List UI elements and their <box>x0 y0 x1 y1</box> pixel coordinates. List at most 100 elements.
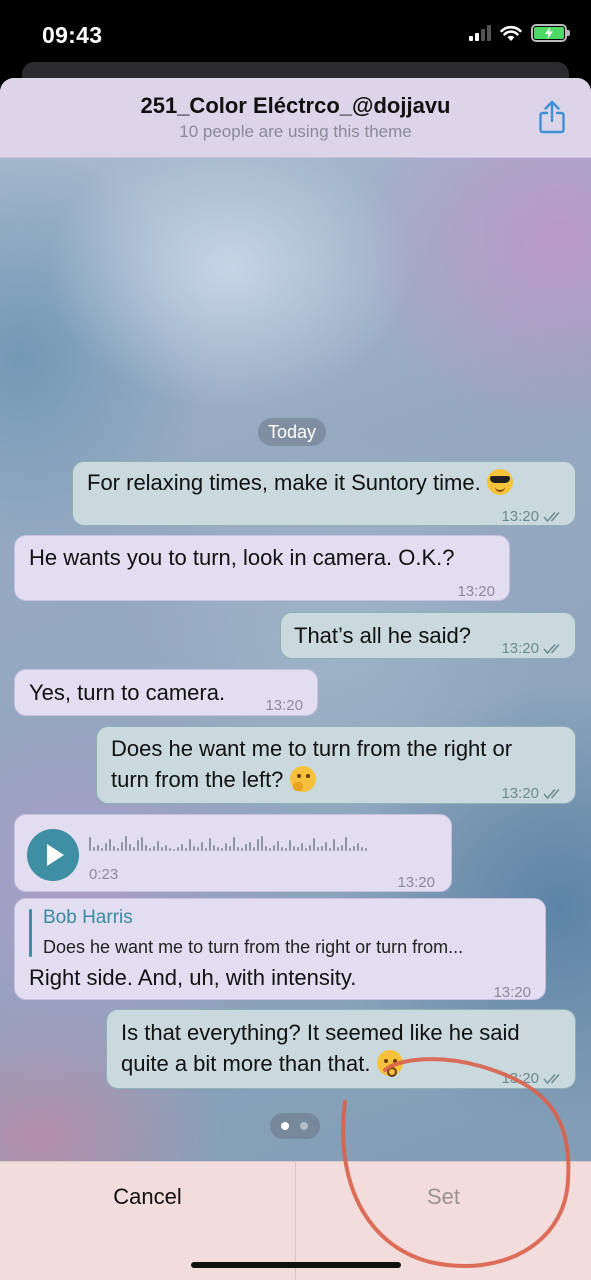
waveform-bar <box>349 848 351 851</box>
waveform-bar <box>269 848 271 851</box>
waveform-bar <box>329 848 331 851</box>
status-icons <box>469 24 570 42</box>
waveform-bar <box>241 848 243 851</box>
cellular-signal-icon <box>469 25 491 41</box>
waveform-bar <box>217 847 219 851</box>
message-text: For relaxing times, make it Suntory time… <box>87 470 481 495</box>
waveform-bar <box>205 848 207 851</box>
waveform-bar <box>161 847 163 851</box>
waveform-bar <box>321 846 323 851</box>
waveform-bar <box>233 837 235 851</box>
waveform-bar <box>261 836 263 851</box>
page-dot[interactable] <box>300 1122 308 1130</box>
waveform-bar <box>277 841 279 851</box>
theme-title: 251_Color Eléctrco_@dojjavu <box>140 93 451 118</box>
waveform-bar <box>265 846 267 851</box>
message-outgoing[interactable]: Does he want me to turn from the right o… <box>96 726 576 804</box>
status-bar: 09:43 <box>0 0 591 70</box>
waveform-bar <box>181 844 183 851</box>
waveform-bar <box>317 847 319 851</box>
wifi-icon <box>500 25 522 41</box>
hushed-face-icon <box>376 1050 403 1077</box>
action-bar: Cancel Set <box>0 1161 591 1280</box>
waveform-bar <box>249 842 251 851</box>
message-time: 13:20 <box>457 583 495 600</box>
waveform-bar <box>177 847 179 851</box>
waveform-bar <box>185 848 187 851</box>
message-text: Yes, turn to camera. <box>29 680 226 705</box>
waveform-bar <box>353 846 355 851</box>
message-text: That’s all he said? <box>294 623 471 648</box>
waveform-bar <box>193 846 195 851</box>
status-time: 09:43 <box>42 22 103 48</box>
waveform-bar <box>89 837 91 851</box>
waveform-bar <box>129 844 131 851</box>
message-time: 13:20 <box>501 1070 539 1087</box>
page-indicator[interactable] <box>270 1113 320 1139</box>
date-separator: Today <box>258 418 327 446</box>
waveform-bar <box>101 848 103 851</box>
message-time: 13:20 <box>265 697 303 714</box>
waveform-bar <box>229 846 231 851</box>
waveform-bar <box>325 842 327 851</box>
waveform-bar <box>149 848 151 851</box>
message-time: 13:20 <box>397 874 435 891</box>
waveform-bar <box>345 837 347 851</box>
waveform-bar <box>293 846 295 851</box>
waveform-bar <box>253 847 255 851</box>
waveform-bar <box>361 847 363 851</box>
waveform-bar <box>225 843 227 851</box>
waveform-bar <box>237 847 239 851</box>
message-incoming-reply[interactable]: Bob Harris Does he want me to turn from … <box>14 898 546 1001</box>
waveform-bar <box>121 842 123 851</box>
reply-indicator <box>29 909 32 957</box>
voice-waveform[interactable] <box>89 833 367 851</box>
waveform-bar <box>141 837 143 851</box>
message-text: Right side. And, uh, with intensity. <box>29 965 357 990</box>
theme-usage-count: 10 people are using this theme <box>179 122 412 141</box>
share-icon[interactable] <box>537 100 567 134</box>
waveform-bar <box>245 844 247 851</box>
voice-message[interactable]: 0:23 13:20 <box>14 814 452 892</box>
theme-header: 251_Color Eléctrco_@dojjavu 10 people ar… <box>0 78 591 158</box>
waveform-bar <box>169 848 171 851</box>
waveform-bar <box>197 847 199 851</box>
message-time: 13:20 <box>501 785 539 802</box>
waveform-bar <box>289 840 291 851</box>
waveform-bar <box>173 849 175 851</box>
message-incoming[interactable]: Yes, turn to camera. 13:20 <box>14 669 318 716</box>
waveform-bar <box>97 845 99 851</box>
double-check-icon <box>543 1073 560 1084</box>
waveform-bar <box>305 848 307 851</box>
double-check-icon <box>543 643 560 654</box>
message-outgoing[interactable]: Is that everything? It seemed like he sa… <box>106 1009 576 1089</box>
waveform-bar <box>109 839 111 851</box>
message-incoming[interactable]: He wants you to turn, look in camera. O.… <box>14 535 510 601</box>
waveform-bar <box>281 847 283 851</box>
double-check-icon <box>543 788 560 799</box>
message-time: 13:20 <box>493 984 531 1001</box>
message-text-line2: quite a bit more than that. <box>121 1051 371 1076</box>
waveform-bar <box>113 846 115 851</box>
waveform-bar <box>337 847 339 851</box>
waveform-bar <box>117 848 119 851</box>
waveform-bar <box>285 848 287 851</box>
play-icon[interactable] <box>27 829 79 881</box>
smiling-face-with-sunglasses-icon <box>486 469 513 495</box>
cancel-button[interactable]: Cancel <box>0 1162 295 1232</box>
waveform-bar <box>333 839 335 851</box>
waveform-bar <box>137 840 139 851</box>
message-outgoing[interactable]: For relaxing times, make it Suntory time… <box>72 461 576 526</box>
waveform-bar <box>153 846 155 851</box>
set-button[interactable]: Set <box>296 1162 591 1232</box>
waveform-bar <box>209 838 211 851</box>
waveform-bar <box>365 848 367 851</box>
reply-quote[interactable]: Does he want me to turn from the right o… <box>43 935 533 959</box>
thinking-face-icon <box>289 766 316 792</box>
waveform-bar <box>257 839 259 851</box>
reply-author[interactable]: Bob Harris <box>43 906 133 930</box>
battery-charging-icon <box>531 24 570 42</box>
waveform-bar <box>221 848 223 851</box>
message-outgoing[interactable]: That’s all he said? 13:20 <box>280 612 576 659</box>
page-dot-active[interactable] <box>281 1122 289 1130</box>
